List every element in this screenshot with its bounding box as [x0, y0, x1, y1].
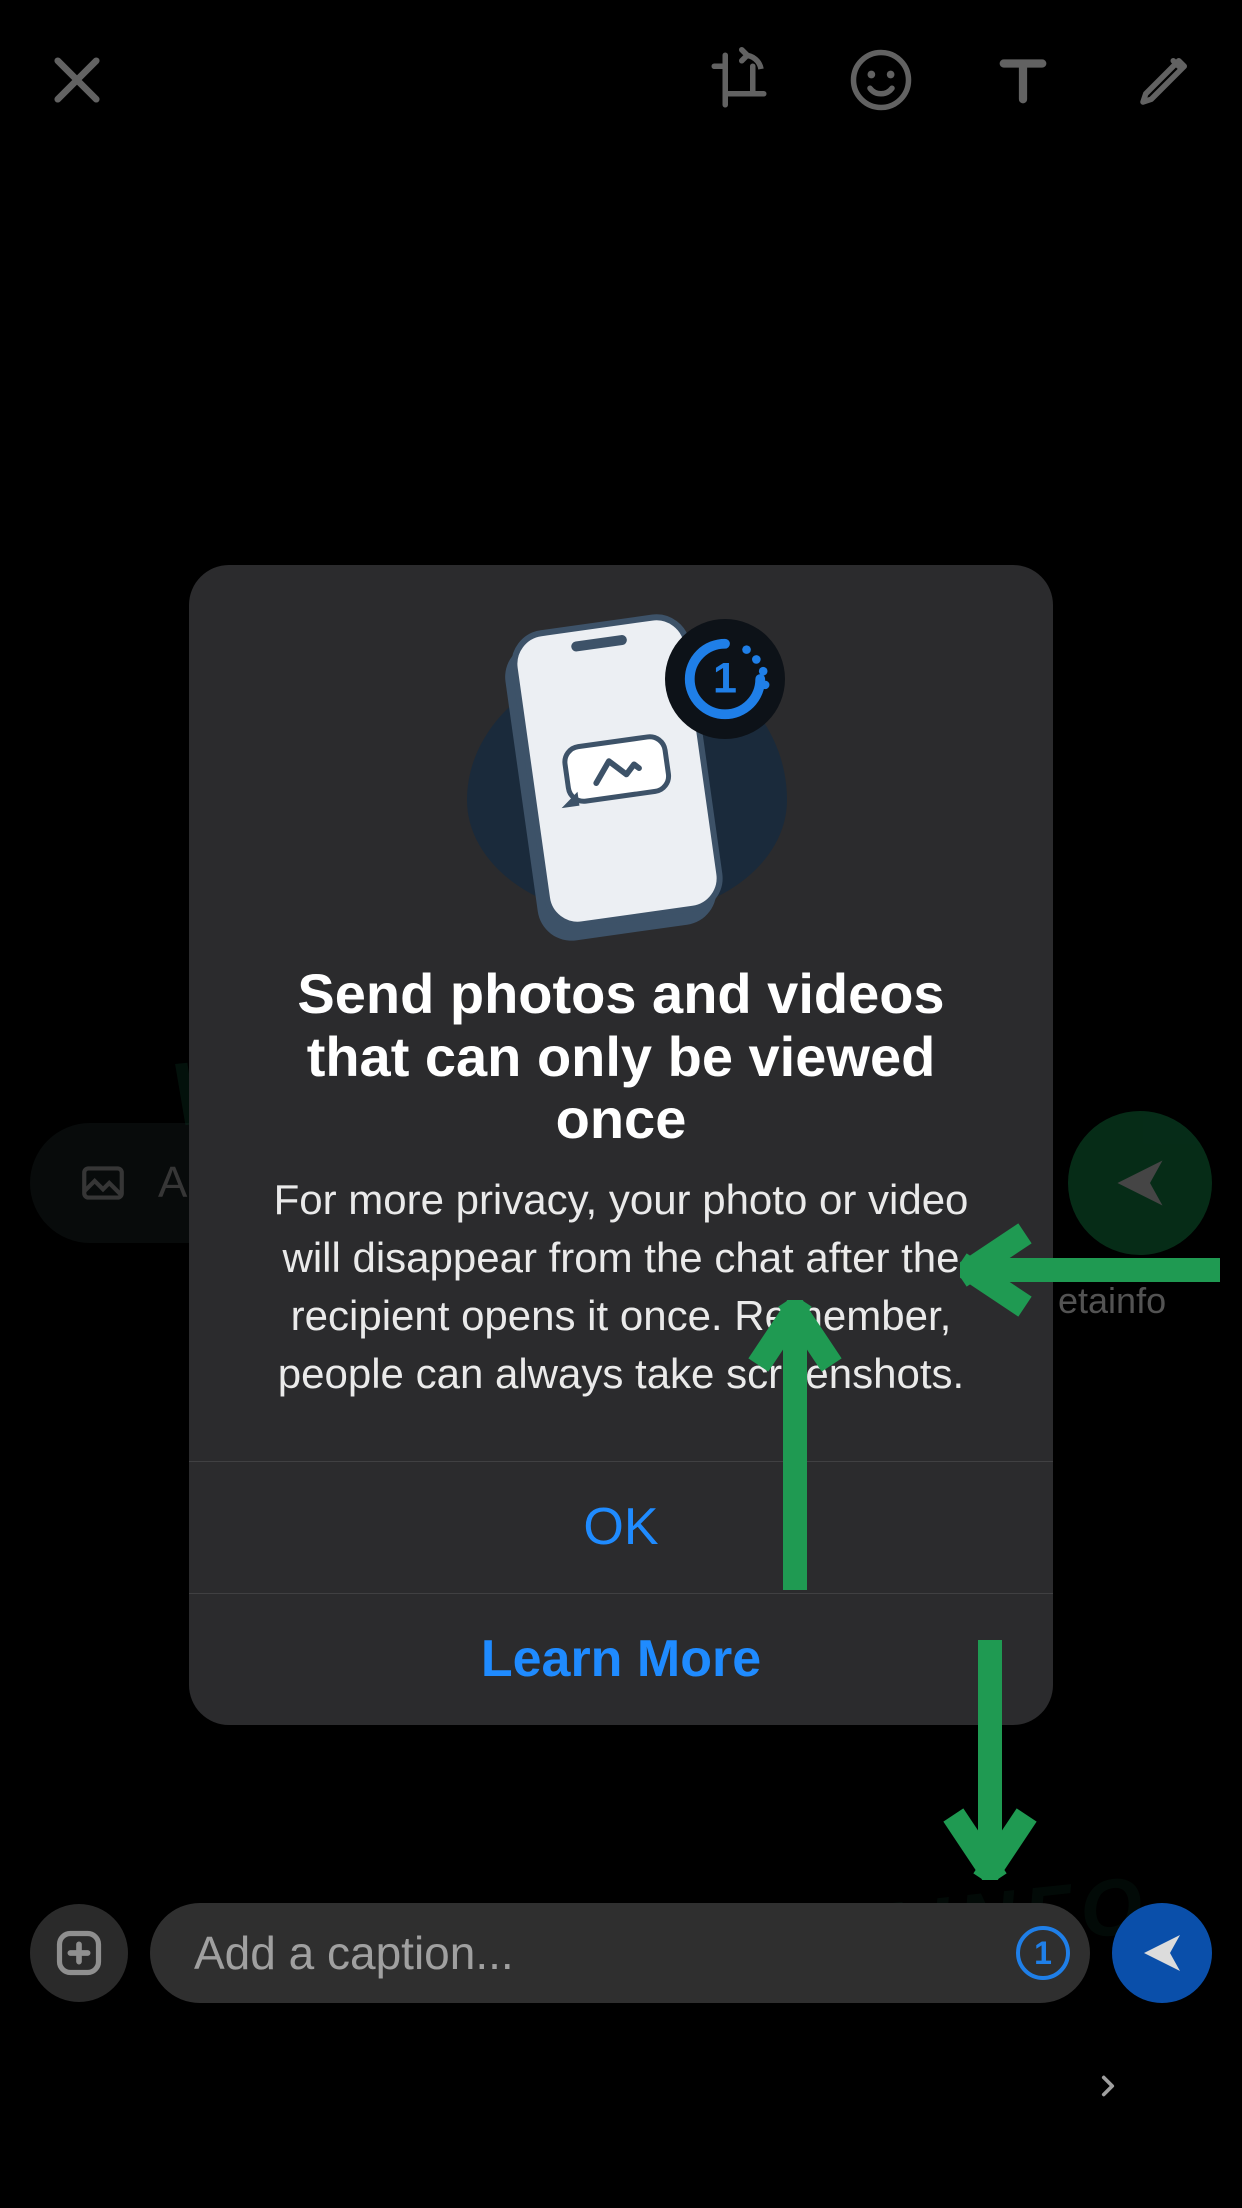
ok-button[interactable]: OK [583, 1497, 658, 1557]
view-once-badge-icon: 1 [678, 632, 772, 726]
view-once-badge: 1 [665, 619, 785, 739]
modal-learn-more-row: Learn More [189, 1593, 1053, 1725]
send-icon [1138, 1929, 1186, 1977]
phone-notch [571, 634, 628, 652]
modal-body: 1 Send photos and videos that can only b… [189, 565, 1053, 1461]
modal-ok-row: OK [189, 1461, 1053, 1593]
plus-icon [53, 1927, 105, 1979]
modal-illustration: 1 [431, 615, 811, 935]
caption-placeholder: Add a caption... [194, 1926, 514, 1980]
learn-more-button[interactable]: Learn More [481, 1629, 761, 1689]
svg-text:1: 1 [713, 655, 737, 703]
image-icon [586, 745, 647, 792]
send-button[interactable] [1112, 1903, 1212, 2003]
view-once-modal: 1 Send photos and videos that can only b… [189, 565, 1053, 1725]
caption-input[interactable]: Add a caption... 1 [150, 1903, 1090, 2003]
modal-title: Send photos and videos that can only be … [245, 963, 997, 1151]
chevron-right-icon [1091, 2069, 1125, 2108]
caption-bar: Add a caption... 1 [30, 1898, 1212, 2008]
message-bubble [560, 732, 673, 806]
add-media-button[interactable] [30, 1904, 128, 2002]
view-once-toggle[interactable]: 1 [1016, 1926, 1070, 1980]
modal-description: For more privacy, your photo or video wi… [245, 1171, 997, 1403]
